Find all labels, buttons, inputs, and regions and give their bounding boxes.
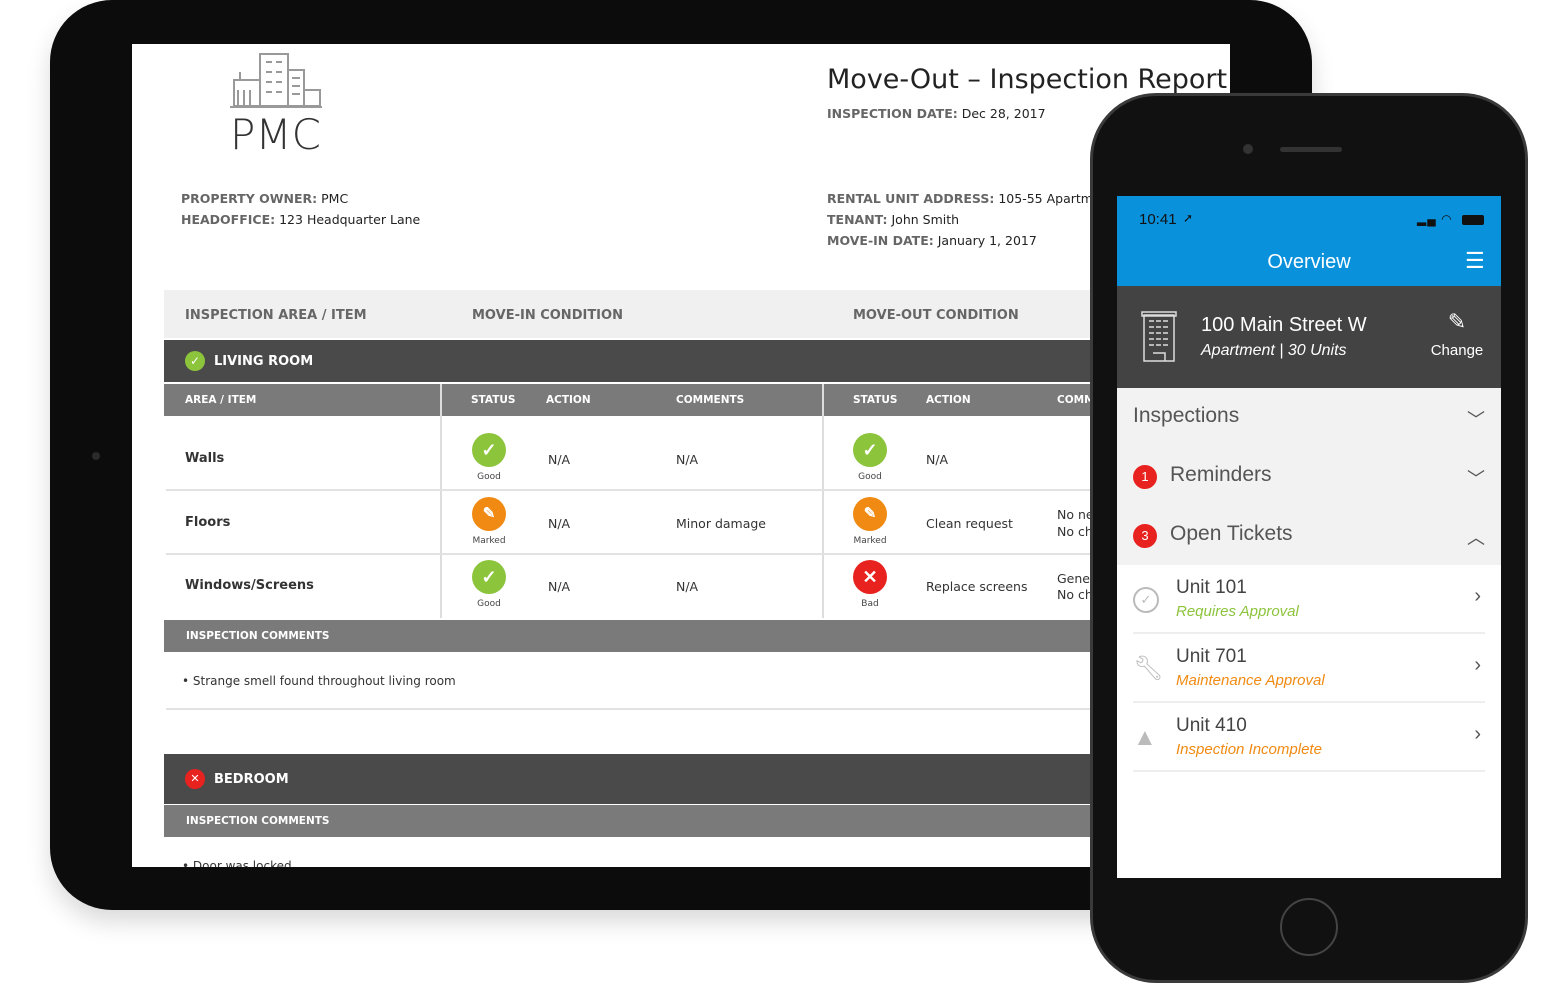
inspection-comments-bar: INSPECTION COMMENTS [164,620,1230,652]
tablet-camera [92,452,100,460]
property-owner: PROPERTY OWNER: PMC [181,191,349,206]
wrench-icon: 🔧︎ [1133,655,1164,682]
ticket-unit-101[interactable]: ✓ Unit 101 Requires Approval › [1133,565,1485,634]
bad-icon: ✕ [853,560,887,594]
check-circle-icon: ✓ [1133,587,1159,613]
chevron-right-icon: › [1474,654,1481,676]
report-title: Move-Out – Inspection Report [827,64,1228,95]
ticket-unit-701[interactable]: 🔧︎ Unit 701 Maintenance Approval › [1133,634,1485,703]
phone-speaker [1280,147,1342,152]
inspection-comments-bar: INSPECTION COMMENTS [164,805,1230,837]
chevron-down-icon: ﹀ [1467,410,1485,430]
nav-title: Overview [1267,251,1351,273]
status-time: 10:41 [1139,211,1177,228]
phone-camera [1243,144,1253,154]
tickets-badge: 3 [1133,524,1157,548]
reminders-badge: 1 [1133,465,1157,489]
inspection-report: PMC Move-Out – Inspection Report INSPECT… [132,44,1230,867]
check-icon: ✓ [185,351,205,371]
inspections-section[interactable]: Inspections ﹀ [1117,388,1501,447]
battery-icon [1462,215,1484,225]
app-header: 10:41 ➚ ▂▄ ◠ Overview ☰ [1117,196,1501,286]
comment-text: • Door was locked [182,859,292,867]
property-card: 100 Main Street W Apartment | 30 Units ✎… [1117,286,1501,388]
rental-address: RENTAL UNIT ADDRESS: 105-55 Apartment [827,191,1114,206]
marked-icon: ✎ [472,497,506,531]
ticket-unit-410[interactable]: ▲ Unit 410 Inspection Incomplete › [1133,703,1485,772]
menu-icon[interactable]: ☰ [1465,248,1485,274]
location-icon: ➚ [1183,211,1194,225]
chevron-right-icon: › [1474,723,1481,745]
chevron-right-icon: › [1474,585,1481,607]
chevron-down-icon: ﹀ [1467,469,1485,489]
property-name: 100 Main Street W [1201,314,1367,336]
section-bedroom[interactable]: ✕ BEDROOM [164,754,1230,804]
home-button[interactable] [1280,898,1338,956]
comment-text: • Strange smell found throughout living … [182,674,456,688]
pencil-icon: ✎ [1447,309,1467,334]
x-icon: ✕ [185,769,205,789]
inspection-date: INSPECTION DATE: Dec 28, 2017 [827,106,1046,121]
property-sub: Apartment | 30 Units [1201,342,1347,359]
move-in-date: MOVE-IN DATE: January 1, 2017 [827,233,1037,248]
good-icon: ✓ [853,433,887,467]
warning-icon: ▲ [1133,724,1157,751]
headoffice: HEADOFFICE: 123 Headquarter Lane [181,212,421,227]
table-header: INSPECTION AREA / ITEM MOVE-IN CONDITION… [164,290,1230,338]
open-tickets-section[interactable]: 3 Open Tickets ︿ [1117,506,1501,565]
marked-icon: ✎ [853,497,887,531]
section-living-room[interactable]: ✓ LIVING ROOM [164,340,1230,382]
change-button[interactable]: ✎ Change [1427,309,1487,360]
buildings-logo-icon [230,53,322,108]
tenant: TENANT: John Smith [827,212,960,227]
building-icon [1141,311,1177,362]
good-icon: ✓ [472,433,506,467]
subheader: AREA / ITEM STATUS ACTION COMMENTS STATU… [164,384,1230,416]
signal-wifi-icon: ▂▄ ◠ [1417,212,1453,226]
good-icon: ✓ [472,560,506,594]
phone-app: 10:41 ➚ ▂▄ ◠ Overview ☰ 100 Main Street … [1117,196,1501,878]
logo-text: PMC [230,110,321,159]
reminders-section[interactable]: 1 Reminders ﹀ [1117,447,1501,506]
chevron-up-icon: ︿ [1467,528,1485,548]
